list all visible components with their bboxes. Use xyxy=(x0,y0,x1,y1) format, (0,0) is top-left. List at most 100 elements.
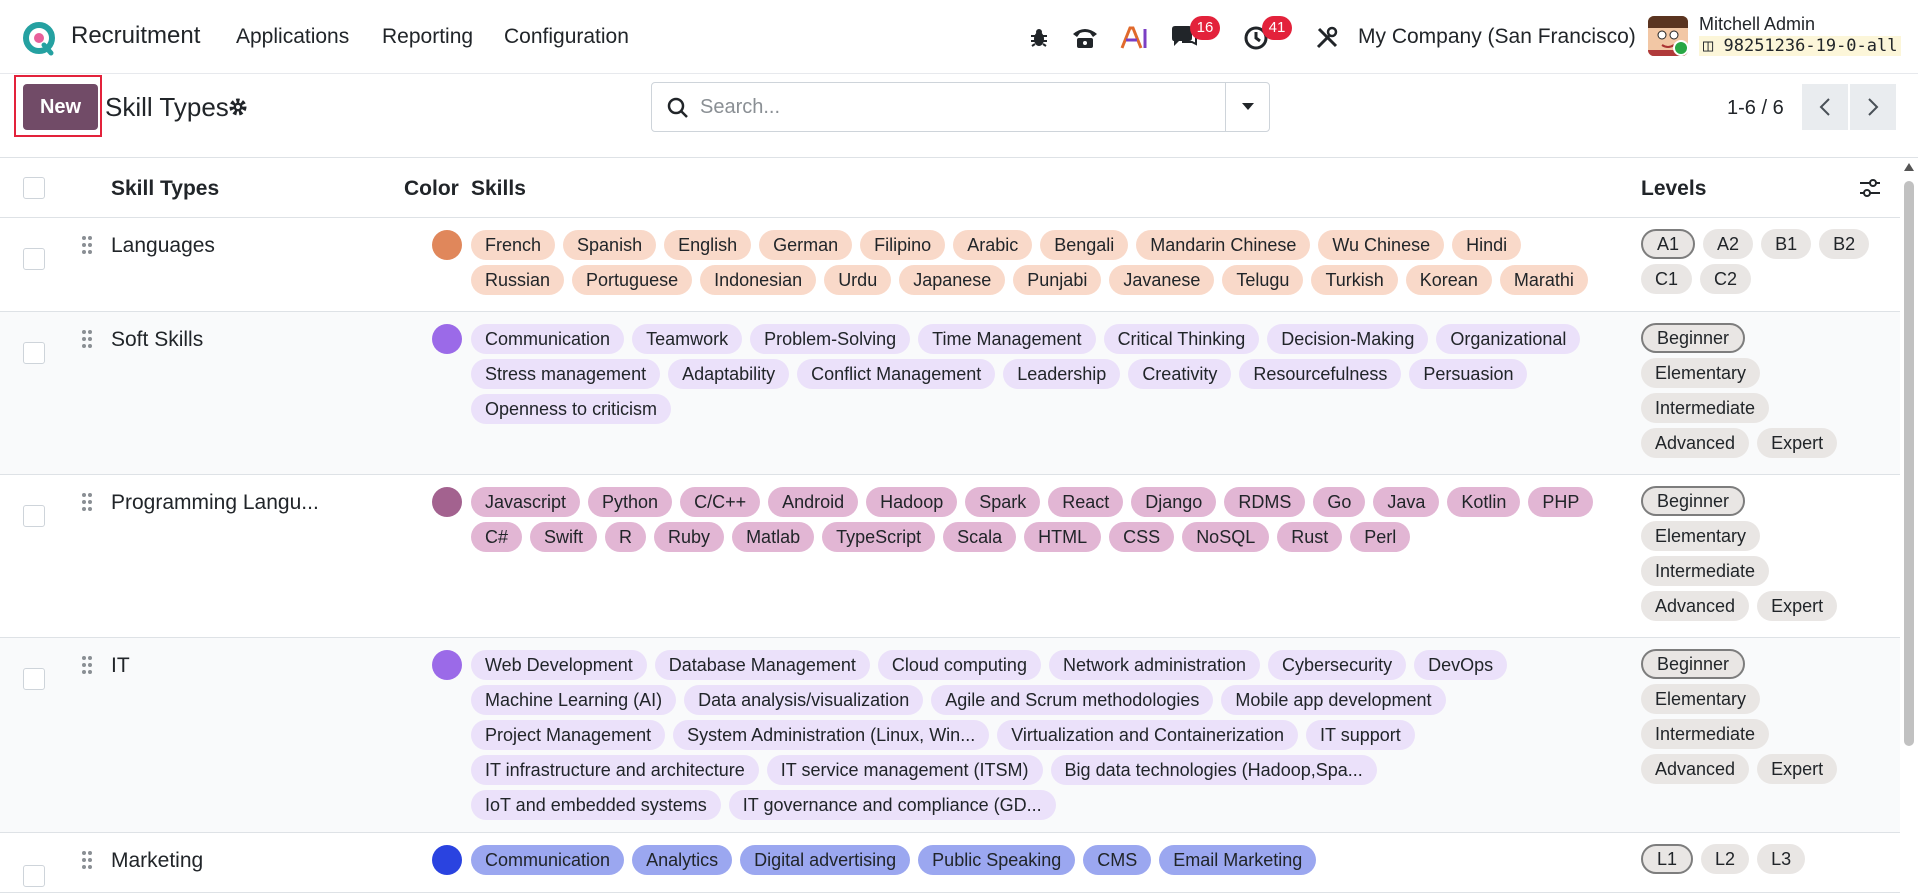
skill-tag: Machine Learning (AI) xyxy=(471,685,677,715)
skill-tag: Korean xyxy=(1405,265,1492,295)
skill-tag: Analytics xyxy=(632,845,733,875)
chevron-right-icon xyxy=(1868,98,1879,116)
skill-tag: C# xyxy=(471,522,523,552)
user-name[interactable]: Mitchell Admin xyxy=(1699,14,1815,35)
skill-tag: Stress management xyxy=(471,359,661,389)
vertical-scrollbar[interactable] xyxy=(1900,159,1918,877)
skill-tag: CSS xyxy=(1109,522,1175,552)
table-row[interactable]: Marketing Communication Analytics Digital a… xyxy=(0,833,1900,893)
levels-tags: Beginner Elementary Intermediate Advanced Ex… xyxy=(1641,649,1871,784)
level-tag: A1 xyxy=(1641,229,1696,259)
select-all-checkbox[interactable] xyxy=(23,177,45,199)
skill-tag: Urdu xyxy=(824,265,892,295)
column-header-color[interactable]: Color xyxy=(404,177,459,201)
company-switcher[interactable]: My Company (San Francisco) xyxy=(1358,25,1636,49)
scrollbar-thumb[interactable] xyxy=(1904,181,1914,746)
row-checkbox[interactable] xyxy=(23,865,45,887)
skill-tag: Portuguese xyxy=(572,265,693,295)
drag-handle-icon[interactable] xyxy=(80,234,94,256)
row-checkbox[interactable] xyxy=(23,505,45,527)
row-checkbox[interactable] xyxy=(23,668,45,690)
skill-tag: Spanish xyxy=(563,230,657,260)
database-name: ◫ 98251236-19-0-all xyxy=(1699,36,1902,56)
menu-applications[interactable]: Applications xyxy=(236,25,349,49)
column-header-levels[interactable]: Levels xyxy=(1641,177,1706,201)
drag-handle-icon[interactable] xyxy=(80,849,94,871)
level-tag: Elementary xyxy=(1641,684,1761,714)
skill-type-name[interactable]: Soft Skills xyxy=(111,328,203,352)
gear-icon[interactable] xyxy=(227,96,249,118)
skill-tag: Database Management xyxy=(654,650,870,680)
skill-type-name[interactable]: Programming Langu... xyxy=(111,491,319,515)
skill-tag: Openness to criticism xyxy=(471,394,672,424)
level-tag: C2 xyxy=(1700,264,1752,294)
level-tag: L3 xyxy=(1757,844,1806,874)
ai-icon[interactable] xyxy=(1118,22,1150,54)
skill-tag: IoT and embedded systems xyxy=(471,790,721,820)
column-header-skills[interactable]: Skills xyxy=(471,177,526,201)
level-tag: Beginner xyxy=(1641,323,1746,353)
pager-value[interactable]: 1-6 / 6 xyxy=(1727,97,1784,120)
optional-columns-icon[interactable] xyxy=(1858,177,1882,199)
table-row[interactable]: Languages French Spanish English German Filip… xyxy=(0,218,1900,312)
table-row[interactable]: Soft Skills Communication Teamwork Problem-… xyxy=(0,312,1900,475)
color-swatch xyxy=(432,230,462,260)
skill-tag: Django xyxy=(1131,487,1217,517)
skill-tag: Java xyxy=(1373,487,1440,517)
table-row[interactable]: IT Web Development Database Management Clou… xyxy=(0,638,1900,833)
skill-tag: Web Development xyxy=(471,650,647,680)
skill-type-name[interactable]: Languages xyxy=(111,234,215,258)
levels-tags: A1 A2 B1 B2 C1 C2 xyxy=(1641,229,1871,294)
level-tag: B1 xyxy=(1761,229,1812,259)
skill-tag: English xyxy=(664,230,752,260)
level-tag: Beginner xyxy=(1641,649,1746,679)
new-button[interactable]: New xyxy=(23,84,98,130)
pager-previous-button[interactable] xyxy=(1802,84,1848,130)
row-checkbox[interactable] xyxy=(23,342,45,364)
skills-tags: Communication Analytics Digital advertisin… xyxy=(471,845,1621,875)
skill-tag: System Administration (Linux, Win... xyxy=(673,720,990,750)
menu-configuration[interactable]: Configuration xyxy=(504,25,629,49)
table-row[interactable]: Programming Langu... Javascript Python C/C+… xyxy=(0,475,1900,638)
skill-tag: Wu Chinese xyxy=(1318,230,1445,260)
skill-tag: Digital advertising xyxy=(740,845,911,875)
skill-tag: Telugu xyxy=(1222,265,1304,295)
row-checkbox[interactable] xyxy=(23,248,45,270)
skill-tag: IT service management (ITSM) xyxy=(766,755,1043,785)
skill-tag: Arabic xyxy=(953,230,1033,260)
column-header-skill-types[interactable]: Skill Types xyxy=(111,177,219,201)
debug-bug-icon[interactable] xyxy=(1023,22,1055,54)
skill-type-name[interactable]: IT xyxy=(111,654,130,678)
skill-tag: Cloud computing xyxy=(877,650,1041,680)
skill-tag: Indonesian xyxy=(700,265,817,295)
skills-tags: Javascript Python C/C++ Android Hadoop Spark R… xyxy=(471,487,1621,552)
tools-icon[interactable] xyxy=(1311,22,1343,54)
drag-handle-icon[interactable] xyxy=(80,491,94,513)
skill-tag: Bengali xyxy=(1040,230,1129,260)
skill-tag: French xyxy=(471,230,556,260)
level-tag: Advanced xyxy=(1641,591,1750,621)
recruitment-app-icon[interactable] xyxy=(22,22,56,56)
search-input[interactable] xyxy=(700,92,1200,122)
skill-tag: Matlab xyxy=(732,522,815,552)
skill-tag: Communication xyxy=(471,845,625,875)
phone-icon[interactable] xyxy=(1069,22,1101,54)
skill-tag: Cybersecurity xyxy=(1268,650,1407,680)
skill-type-name[interactable]: Marketing xyxy=(111,849,203,873)
pager-next-button[interactable] xyxy=(1850,84,1896,130)
menu-reporting[interactable]: Reporting xyxy=(382,25,473,49)
level-tag: Expert xyxy=(1757,428,1838,458)
app-name[interactable]: Recruitment xyxy=(71,22,200,50)
scroll-up-arrow-icon[interactable] xyxy=(1904,163,1914,171)
skill-tag: Creativity xyxy=(1128,359,1232,389)
drag-handle-icon[interactable] xyxy=(80,328,94,350)
skill-tag: Scala xyxy=(943,522,1017,552)
skill-tag: Turkish xyxy=(1311,265,1398,295)
skill-tag: Network administration xyxy=(1048,650,1261,680)
database-icon: ◫ xyxy=(1703,36,1724,56)
search-options-toggle[interactable] xyxy=(1225,83,1269,131)
level-tag: Elementary xyxy=(1641,358,1761,388)
skill-tag: Data analysis/visualization xyxy=(684,685,924,715)
drag-handle-icon[interactable] xyxy=(80,654,94,676)
skill-tag: Leadership xyxy=(1003,359,1121,389)
